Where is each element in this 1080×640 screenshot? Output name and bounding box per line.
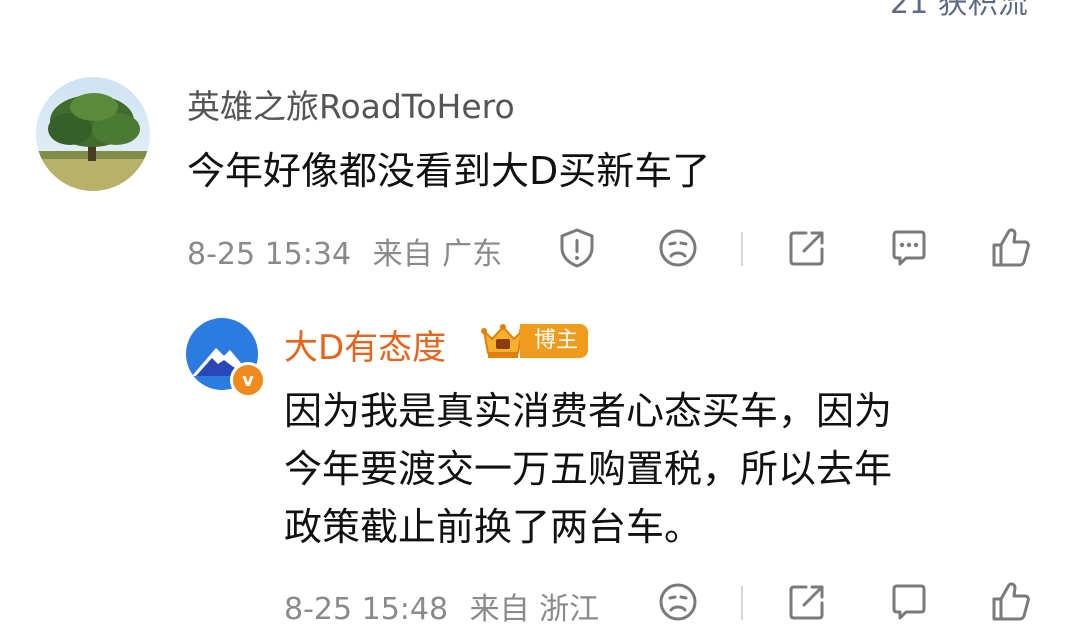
like-icon[interactable] xyxy=(989,578,1033,624)
blogger-badge: 博主 xyxy=(478,322,589,360)
reply-author[interactable]: 大D有态度 xyxy=(284,320,446,369)
reply-time: 8-25 15:48 xyxy=(284,592,449,627)
reply-location: 来自 浙江 xyxy=(469,592,600,627)
verified-badge: v xyxy=(230,362,266,398)
like-icon[interactable] xyxy=(989,224,1033,270)
divider xyxy=(741,232,743,266)
divider xyxy=(741,586,743,620)
reply-text: 因为我是真实消费者心态买车，因为 今年要渡交一万五购置税，所以去年 政策截止前换… xyxy=(284,382,1024,556)
comment-author[interactable]: 英雄之旅RoadToHero xyxy=(187,80,515,128)
comment-time: 8-25 15:34 xyxy=(187,237,352,272)
badge-label: 博主 xyxy=(520,324,589,358)
report-icon[interactable] xyxy=(555,226,599,270)
reply-text-line: 因为我是真实消费者心态买车，因为 xyxy=(284,389,893,433)
comment-icon[interactable] xyxy=(887,226,931,270)
top-cut-text[interactable]: 21 获积流 xyxy=(890,0,1028,22)
tree-photo-avatar xyxy=(36,77,150,191)
comment-icon[interactable] xyxy=(887,580,931,624)
comment-location: 来自 广东 xyxy=(372,237,503,272)
comment-text: 今年好像都没看到大D买新车了 xyxy=(187,149,711,193)
reply-text-line: 今年要渡交一万五购置税，所以去年 xyxy=(284,447,893,491)
share-icon[interactable] xyxy=(785,580,829,624)
avatar[interactable] xyxy=(36,77,150,191)
comment-meta: 8-25 15:34 来自 广东 xyxy=(187,229,502,273)
dislike-icon[interactable] xyxy=(656,226,700,270)
reply-meta: 8-25 15:48 来自 浙江 xyxy=(284,584,599,628)
share-icon[interactable] xyxy=(785,226,829,270)
dislike-icon[interactable] xyxy=(656,580,700,624)
reply-text-line: 政策截止前换了两台车。 xyxy=(284,505,703,549)
